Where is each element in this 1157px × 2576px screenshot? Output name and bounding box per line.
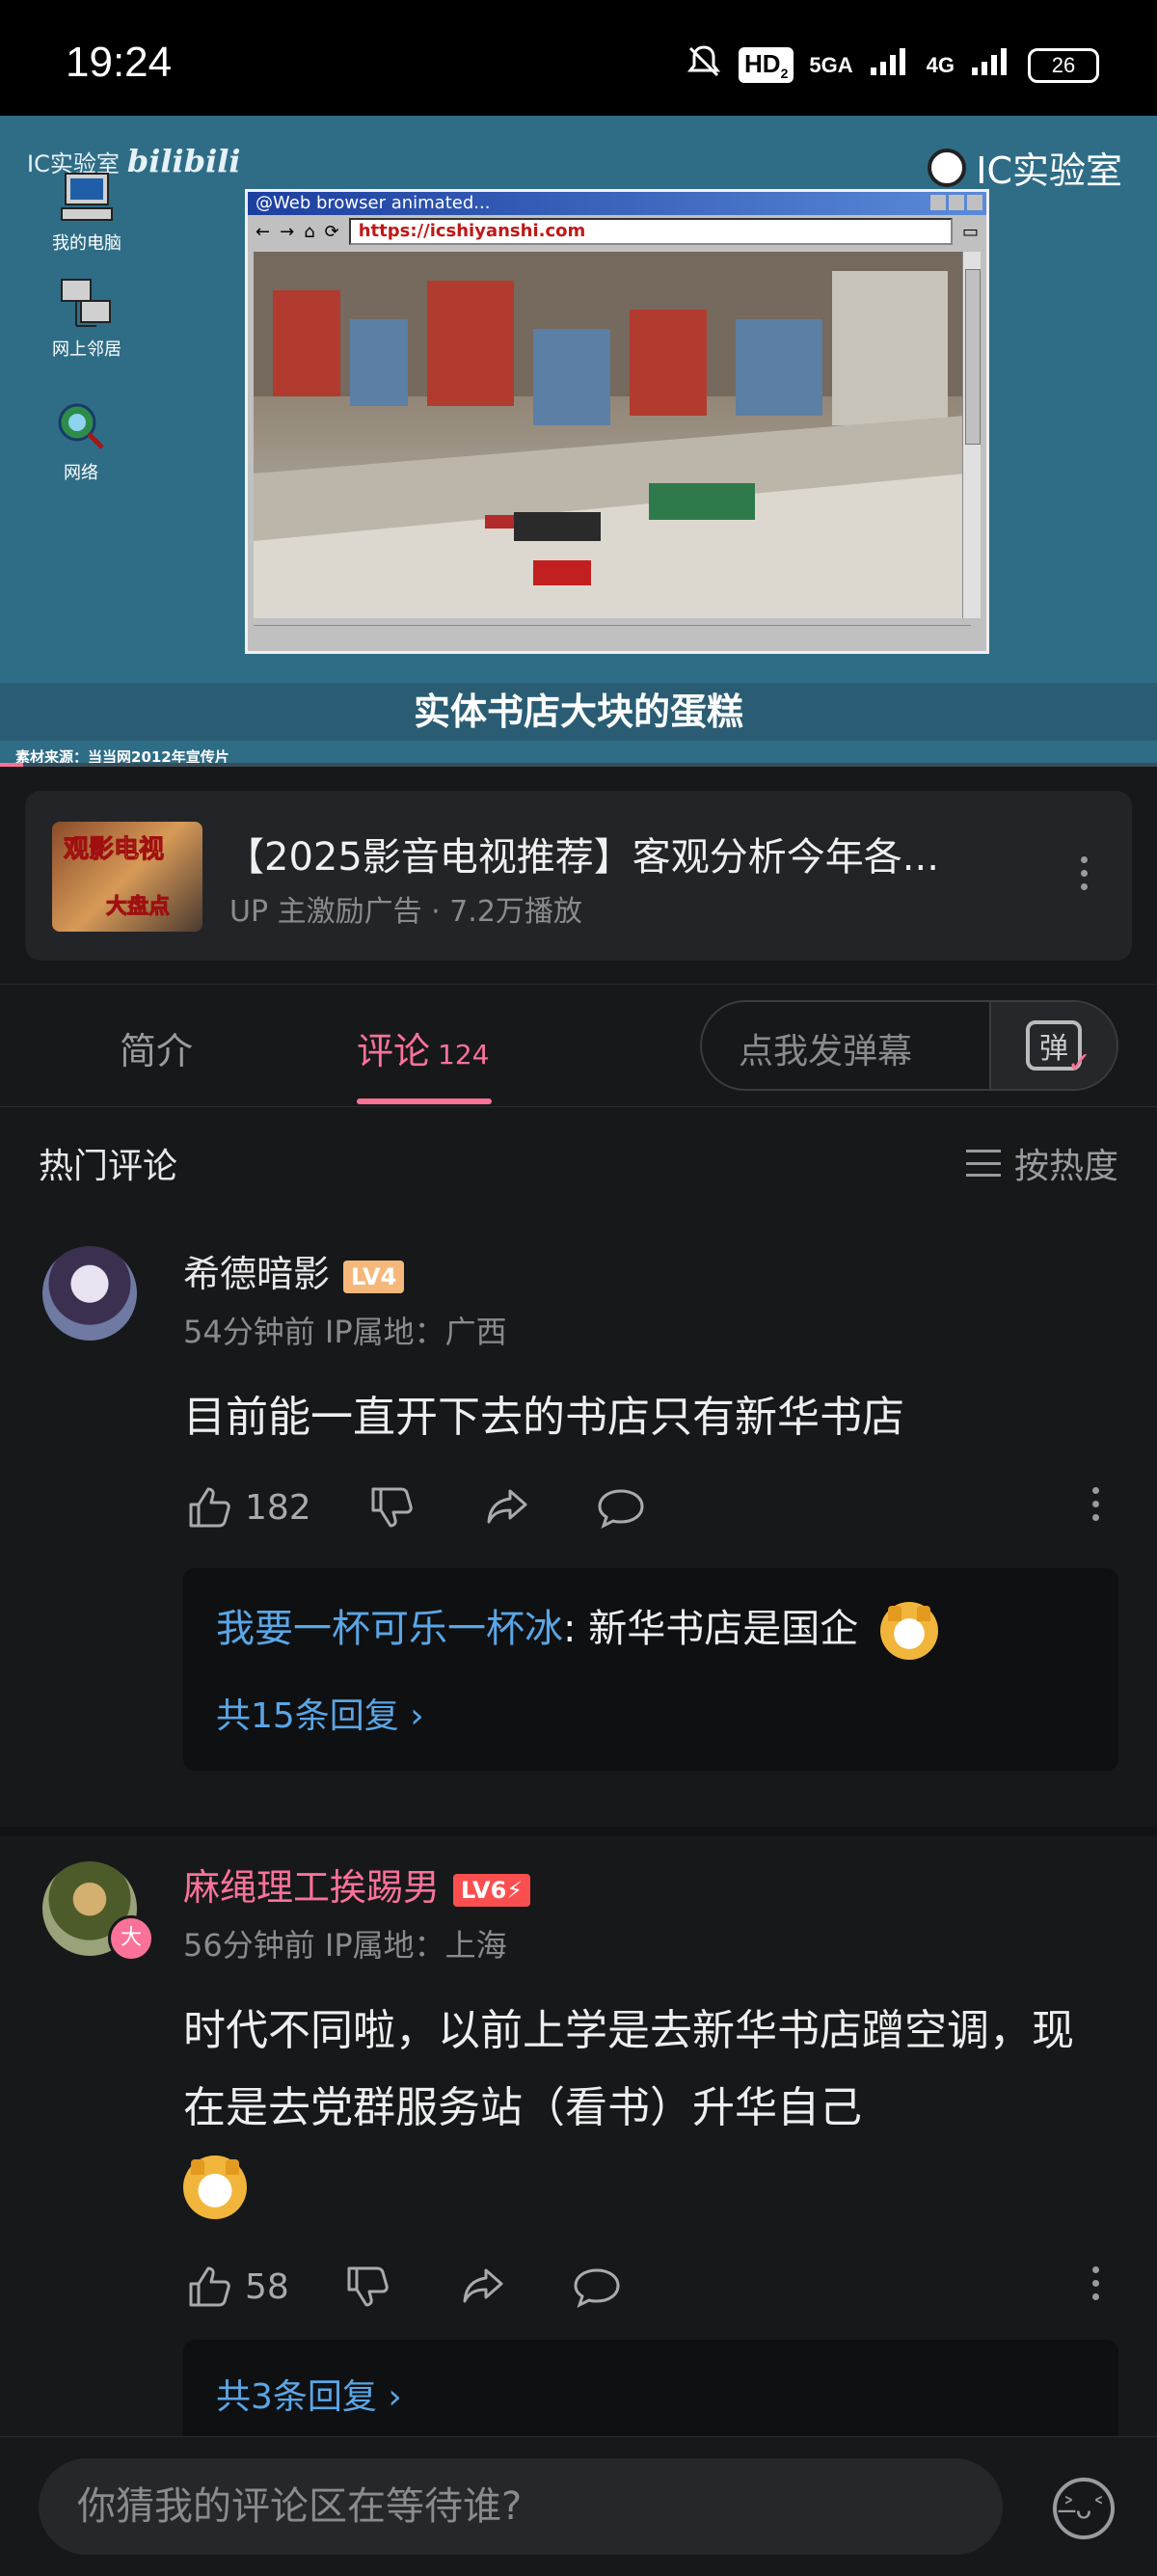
- network-5ga-label: 5GA: [809, 52, 853, 77]
- reply-icon[interactable]: [595, 1481, 647, 1533]
- home-icon: ⌂: [304, 221, 315, 242]
- reply-preview-box[interactable]: 共3条回复 ›: [183, 2340, 1118, 2446]
- reply-username[interactable]: 我要一杯可乐一杯冰: [216, 1607, 563, 1651]
- computer-icon: [58, 170, 116, 224]
- refresh-icon: ⟳: [324, 221, 339, 242]
- ad-title[interactable]: 【2025影音电视推荐】客观分析今年各...: [226, 826, 997, 881]
- reply-count-link[interactable]: 共3条回复 ›: [216, 2369, 402, 2419]
- comment-more-icon[interactable]: [1090, 1487, 1101, 1521]
- doge-emoji-icon: [879, 1602, 938, 1660]
- comment-meta: 54分钟前 IP属地：广西: [183, 1314, 507, 1350]
- comment-input[interactable]: 你猜我的评论区在等待谁?: [39, 2458, 1003, 2555]
- status-time: 19:24: [66, 39, 173, 86]
- doge-emoji-icon: [183, 2156, 247, 2219]
- comment-text: 目前能一直开下去的书店只有新华书店: [183, 1393, 904, 1442]
- ad-more-icon[interactable]: [1078, 856, 1090, 890]
- comment-actions: 58: [183, 2261, 623, 2313]
- tab-bar: 简介 评论 124 点我发弹幕 弹: [0, 984, 1157, 1107]
- bottom-comment-bar: 你猜我的评论区在等待谁? ˃̶ᴗ˂: [0, 2436, 1157, 2576]
- comment-more-icon[interactable]: [1090, 2266, 1101, 2300]
- reply-count-link[interactable]: 共15条回复 ›: [216, 1688, 424, 1738]
- signal-icon-2: [970, 46, 1012, 84]
- like-icon[interactable]: [183, 2261, 235, 2313]
- comment-text: 时代不同啦，以前上学是去新华书店蹭空调，现在是去党群服务站（看书）升华自己: [183, 1993, 1109, 2224]
- browser-scrollbar: [962, 252, 981, 618]
- like-count: 58: [245, 2266, 289, 2307]
- browser-toolbar: ← → ⌂ ⟳ https://icshiyanshi.com ▭: [248, 215, 986, 248]
- retro-browser-window: @Web browser animated... ← → ⌂ ⟳ https://ic…: [245, 189, 989, 654]
- reply-icon[interactable]: [571, 2261, 623, 2313]
- comment-username[interactable]: 麻绳理工挨踢男 LV6⚡: [183, 1857, 531, 1911]
- browser-status-bar: [254, 625, 971, 643]
- status-icons: HD2 5GA 4G 26: [685, 42, 1099, 88]
- danmu-icon: 弹: [1026, 1020, 1091, 1080]
- video-progress-fill: [0, 763, 23, 767]
- network-4g-label: 4G: [926, 52, 955, 77]
- reply-text: : 新华书店是国企: [563, 1607, 859, 1651]
- globe-search-icon: [52, 399, 110, 453]
- ad-meta: UP 主激励广告 · 7.2万播放: [229, 895, 582, 929]
- like-icon[interactable]: [183, 1481, 235, 1533]
- signal-icon: [869, 46, 911, 84]
- browser-url-bar: https://icshiyanshi.com: [348, 218, 953, 245]
- hd-voice-badge: HD2: [739, 46, 794, 84]
- dislike-icon[interactable]: [365, 1481, 417, 1533]
- video-watermark-right: IC实验室: [928, 141, 1122, 194]
- danmu-placeholder: 点我发弹幕: [739, 1032, 913, 1071]
- emoji-face-icon: ˃̶ᴗ˂: [1062, 2492, 1106, 2525]
- danmu-toggle-button[interactable]: 弹: [989, 1002, 1117, 1089]
- folder-icon: ▭: [961, 221, 979, 242]
- panda-logo-icon: [928, 148, 967, 187]
- browser-title-bar: @Web browser animated...: [248, 192, 986, 215]
- level-badge: LV4: [343, 1260, 405, 1293]
- bell-mute-icon: [685, 42, 723, 88]
- video-player[interactable]: IC实验室 bilibili IC实验室 我的电脑 网上邻居 网络 @Web br…: [0, 116, 1157, 767]
- comment-actions: 182: [183, 1481, 647, 1533]
- comment-divider: [0, 1827, 1157, 1836]
- tab-comments[interactable]: 评论 124: [357, 1021, 489, 1074]
- share-icon[interactable]: [481, 1481, 533, 1533]
- video-progress-bar[interactable]: [0, 763, 1157, 767]
- network-computers-icon: [58, 276, 116, 330]
- sort-by-popularity-button[interactable]: 按热度: [965, 1138, 1118, 1188]
- like-count: 182: [245, 1487, 311, 1528]
- level-badge: LV6⚡: [453, 1873, 531, 1907]
- avatar[interactable]: [42, 1246, 137, 1341]
- comment-username[interactable]: 希德暗影 LV4: [183, 1244, 405, 1297]
- video-subtitle: 实体书店大块的蛋糕: [0, 683, 1157, 741]
- desktop-icon-network: 网络: [33, 399, 129, 484]
- danmu-input[interactable]: 点我发弹幕 弹: [700, 1000, 1118, 1091]
- dislike-icon[interactable]: [341, 2261, 393, 2313]
- battery-icon: 26: [1028, 47, 1099, 83]
- sort-list-icon: [965, 1150, 1001, 1177]
- emoji-button[interactable]: ˃̶ᴗ˂: [1053, 2478, 1115, 2539]
- desktop-icon-my-computer: 我的电脑: [39, 170, 135, 255]
- tab-active-indicator: [357, 1098, 492, 1104]
- status-bar: 19:24 HD2 5GA 4G 26: [0, 0, 1157, 116]
- ad-card[interactable]: 观影电视 大盘点 【2025影音电视推荐】客观分析今年各... UP 主激励广告…: [25, 791, 1132, 961]
- ad-thumbnail[interactable]: 观影电视 大盘点: [52, 822, 202, 932]
- desktop-icon-network-neighborhood: 网上邻居: [39, 276, 135, 361]
- reply-preview-box[interactable]: 我要一杯可乐一杯冰: 新华书店是国企 共15条回复 ›: [183, 1568, 1118, 1771]
- comment-meta: 56分钟前 IP属地：上海: [183, 1927, 507, 1964]
- share-icon[interactable]: [457, 2261, 509, 2313]
- forward-arrow-icon: →: [280, 221, 295, 242]
- video-frame-container-port: [254, 252, 965, 618]
- tab-intro[interactable]: 简介: [120, 1021, 193, 1074]
- avatar-badge: 大: [108, 1915, 154, 1962]
- hot-comments-title: 热门评论: [39, 1147, 178, 1186]
- back-arrow-icon: ←: [256, 221, 271, 242]
- reply-preview-line: 我要一杯可乐一杯冰: 新华书店是国企: [216, 1597, 938, 1660]
